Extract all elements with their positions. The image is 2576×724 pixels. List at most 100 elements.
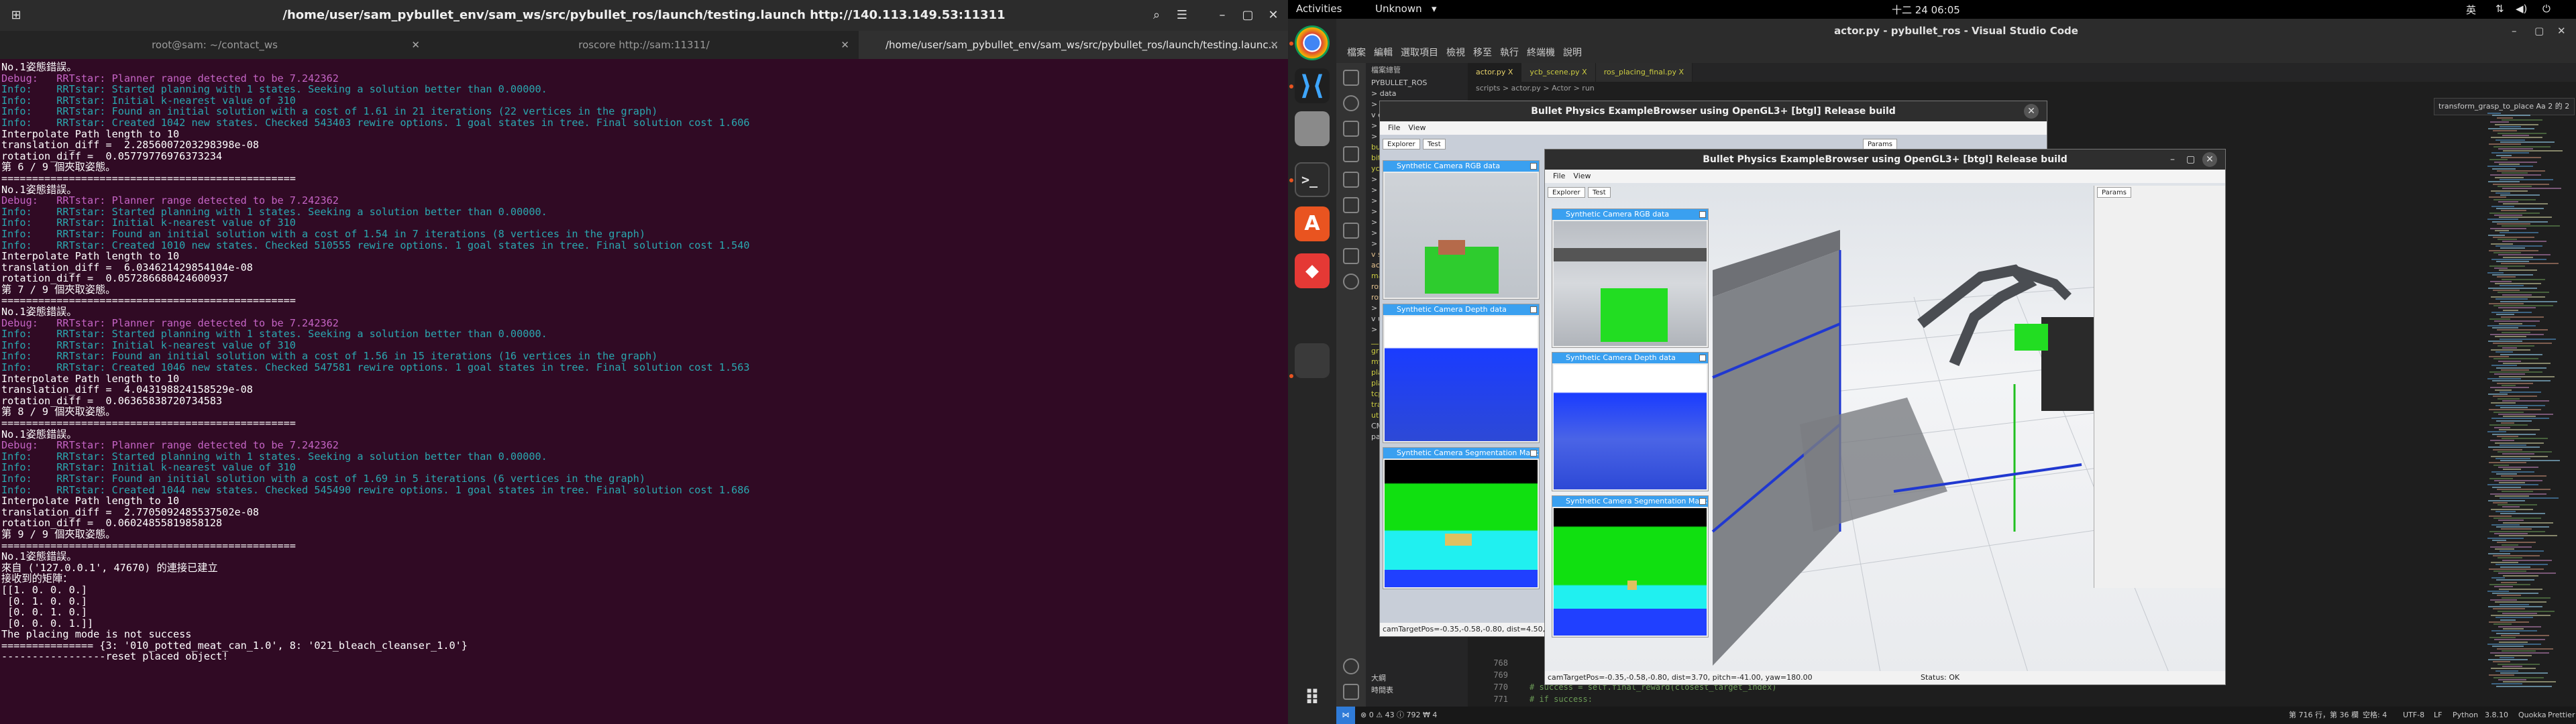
editor-tab[interactable]: actor.py X xyxy=(1468,63,1522,82)
terminal-window[interactable]: ⊞ /home/user/sam_pybullet_env/sam_ws/src… xyxy=(0,0,1288,724)
account-icon[interactable] xyxy=(1343,658,1359,674)
breadcrumb[interactable]: scripts > actor.py > Actor > run xyxy=(1468,82,2576,95)
close-icon[interactable]: ✕ xyxy=(1264,6,1283,25)
run-debug-icon[interactable] xyxy=(1343,146,1359,162)
prettier-status[interactable]: Prettier xyxy=(2548,707,2575,724)
rgb-camera-panel[interactable]: Synthetic Camera RGB data xyxy=(1383,160,1540,300)
menu-item[interactable]: 編輯 xyxy=(1370,43,1397,63)
depth-camera-panel[interactable]: Synthetic Camera Depth data xyxy=(1383,304,1540,443)
terminal-tab[interactable]: root@sam: ~/contact_ws ✕ xyxy=(0,31,429,59)
maximize-icon[interactable]: ▢ xyxy=(2186,149,2195,170)
cursor-position[interactable]: 第 716 行，第 36 欄 xyxy=(2289,707,2359,724)
quokka-status[interactable]: Quokka xyxy=(2518,707,2546,724)
source-control-icon[interactable] xyxy=(1343,121,1359,137)
tab-explorer[interactable]: Explorer xyxy=(1548,187,1585,198)
terminal-output[interactable]: No.1姿態錯誤。 Debug: RRTstar: Planner range d… xyxy=(0,62,1288,724)
segmentation-panel[interactable]: Synthetic Camera Segmentation Mask xyxy=(1552,495,1709,638)
python-version[interactable]: 3.8.10 xyxy=(2485,707,2508,724)
maximize-icon[interactable]: ▢ xyxy=(2534,19,2544,43)
clock[interactable]: 十二 24 06:05 xyxy=(1892,3,1960,17)
volume-icon[interactable]: ◀) xyxy=(2516,3,2527,15)
github-icon[interactable] xyxy=(1343,274,1359,290)
outline-section[interactable]: 大綱 xyxy=(1366,673,1468,684)
menu-view[interactable]: View xyxy=(1573,172,1591,180)
menu-item[interactable]: 移至 xyxy=(1469,43,1496,63)
menu-item[interactable]: 執行 xyxy=(1496,43,1523,63)
menu-item[interactable]: 說明 xyxy=(1559,43,1586,63)
close-tab-icon[interactable]: ✕ xyxy=(1270,31,1279,59)
indentation[interactable]: 空格: 4 xyxy=(2363,707,2387,724)
close-icon[interactable]: ✕ xyxy=(2202,152,2217,167)
vscode-icon[interactable]: ⟩⟨ xyxy=(1295,68,1330,103)
line-ending[interactable]: LF xyxy=(2434,707,2442,724)
remote-explorer-icon[interactable] xyxy=(1343,197,1359,213)
panel-header[interactable]: Synthetic Camera Segmentation Mask xyxy=(1552,496,1708,507)
file-tree-item[interactable]: > data xyxy=(1366,88,1468,99)
encoding[interactable]: UTF-8 xyxy=(2403,707,2424,724)
search-icon[interactable] xyxy=(1343,95,1359,111)
terminal-tab-active[interactable]: /home/user/sam_pybullet_env/sam_ws/src/p… xyxy=(859,31,1288,59)
panel-close-icon[interactable] xyxy=(1530,450,1537,457)
menu-file[interactable]: File xyxy=(1553,172,1565,180)
anydesk-icon[interactable]: ◆ xyxy=(1295,253,1330,288)
power-icon[interactable]: ⏻ xyxy=(2542,3,2551,15)
editor-tab[interactable]: ycb_scene.py X xyxy=(1521,63,1596,82)
segmentation-panel[interactable]: Synthetic Camera Segmentation Mask xyxy=(1383,447,1540,589)
panel-close-icon[interactable] xyxy=(1530,306,1537,313)
tab-test[interactable]: Test xyxy=(1423,139,1446,149)
menu-item[interactable]: 選取項目 xyxy=(1397,43,1442,63)
tab-explorer[interactable]: Explorer xyxy=(1383,139,1420,149)
panel-close-icon[interactable] xyxy=(1699,355,1706,361)
close-icon[interactable]: ✕ xyxy=(2024,104,2039,119)
activities-button[interactable]: Activities xyxy=(1296,3,1342,15)
minimize-icon[interactable]: – xyxy=(1213,6,1232,25)
terminal-titlebar[interactable]: ⊞ /home/user/sam_pybullet_env/sam_ws/src… xyxy=(0,0,1288,31)
input-method[interactable]: 英 xyxy=(2466,3,2476,17)
panel-header[interactable]: Synthetic Camera Depth data xyxy=(1552,353,1708,363)
tab-params[interactable]: Params xyxy=(2097,187,2131,198)
explorer-icon[interactable] xyxy=(1343,70,1359,86)
panel-close-icon[interactable] xyxy=(1699,211,1706,218)
code-line[interactable]: # if success: xyxy=(1529,695,1593,704)
menu-view[interactable]: View xyxy=(1408,123,1426,132)
maximize-icon[interactable]: ▢ xyxy=(1238,6,1257,25)
close-icon[interactable]: ✕ xyxy=(2557,19,2566,43)
minimap[interactable] xyxy=(2487,113,2568,703)
menu-item[interactable]: 終端機 xyxy=(1523,43,1559,63)
panel-close-icon[interactable] xyxy=(1530,163,1537,170)
menu-item[interactable]: 檔案 xyxy=(1343,43,1370,63)
timeline-section[interactable]: 時間表 xyxy=(1366,685,1468,696)
menu-item[interactable]: 檢視 xyxy=(1442,43,1469,63)
show-apps-icon[interactable]: ⠿ xyxy=(1295,681,1330,716)
software-center-icon[interactable]: A xyxy=(1295,206,1330,241)
language-mode[interactable]: Python xyxy=(2453,707,2478,724)
extensions-icon[interactable] xyxy=(1343,172,1359,188)
tab-test[interactable]: Test xyxy=(1588,187,1611,198)
minimize-icon[interactable]: – xyxy=(2512,19,2517,43)
panel-header[interactable]: Synthetic Camera Depth data xyxy=(1383,304,1539,315)
minimize-icon[interactable]: – xyxy=(2170,149,2175,170)
docker-icon[interactable] xyxy=(1343,248,1359,264)
file-tree-item[interactable]: PYBULLET_ROS xyxy=(1366,78,1468,88)
testing-icon[interactable] xyxy=(1343,223,1359,239)
remote-indicator-icon[interactable]: ⋈ xyxy=(1336,707,1355,724)
params-pane[interactable]: Params xyxy=(2094,186,2225,588)
rgb-camera-panel[interactable]: Synthetic Camera RGB data xyxy=(1552,208,1709,348)
bullet-titlebar[interactable]: Bullet Physics ExampleBrowser using Open… xyxy=(1380,101,2047,121)
files-icon[interactable] xyxy=(1295,111,1330,146)
tab-params[interactable]: Params xyxy=(1863,139,1897,149)
bullet-titlebar[interactable]: Bullet Physics ExampleBrowser using Open… xyxy=(1545,149,2225,170)
terminal-tab[interactable]: roscore http://sam:11311/ ✕ xyxy=(429,31,859,59)
bullet-window-front[interactable]: Bullet Physics ExampleBrowser using Open… xyxy=(1544,149,2226,685)
panel-close-icon[interactable] xyxy=(1699,498,1706,505)
bullet-app-icon[interactable] xyxy=(1295,343,1330,378)
chrome-icon[interactable] xyxy=(1295,25,1330,60)
menu-file[interactable]: File xyxy=(1388,123,1400,132)
search-icon[interactable]: ⌕ xyxy=(1147,6,1166,25)
editor-tab[interactable]: ros_placing_final.py X xyxy=(1595,63,1693,82)
settings-gear-icon[interactable] xyxy=(1343,684,1359,700)
vscode-titlebar[interactable]: actor.py - pybullet_ros - Visual Studio … xyxy=(1336,19,2576,43)
panel-header[interactable]: Synthetic Camera RGB data xyxy=(1552,209,1708,220)
network-icon[interactable]: ⇅ xyxy=(2496,3,2504,15)
close-tab-icon[interactable]: ✕ xyxy=(841,31,849,59)
